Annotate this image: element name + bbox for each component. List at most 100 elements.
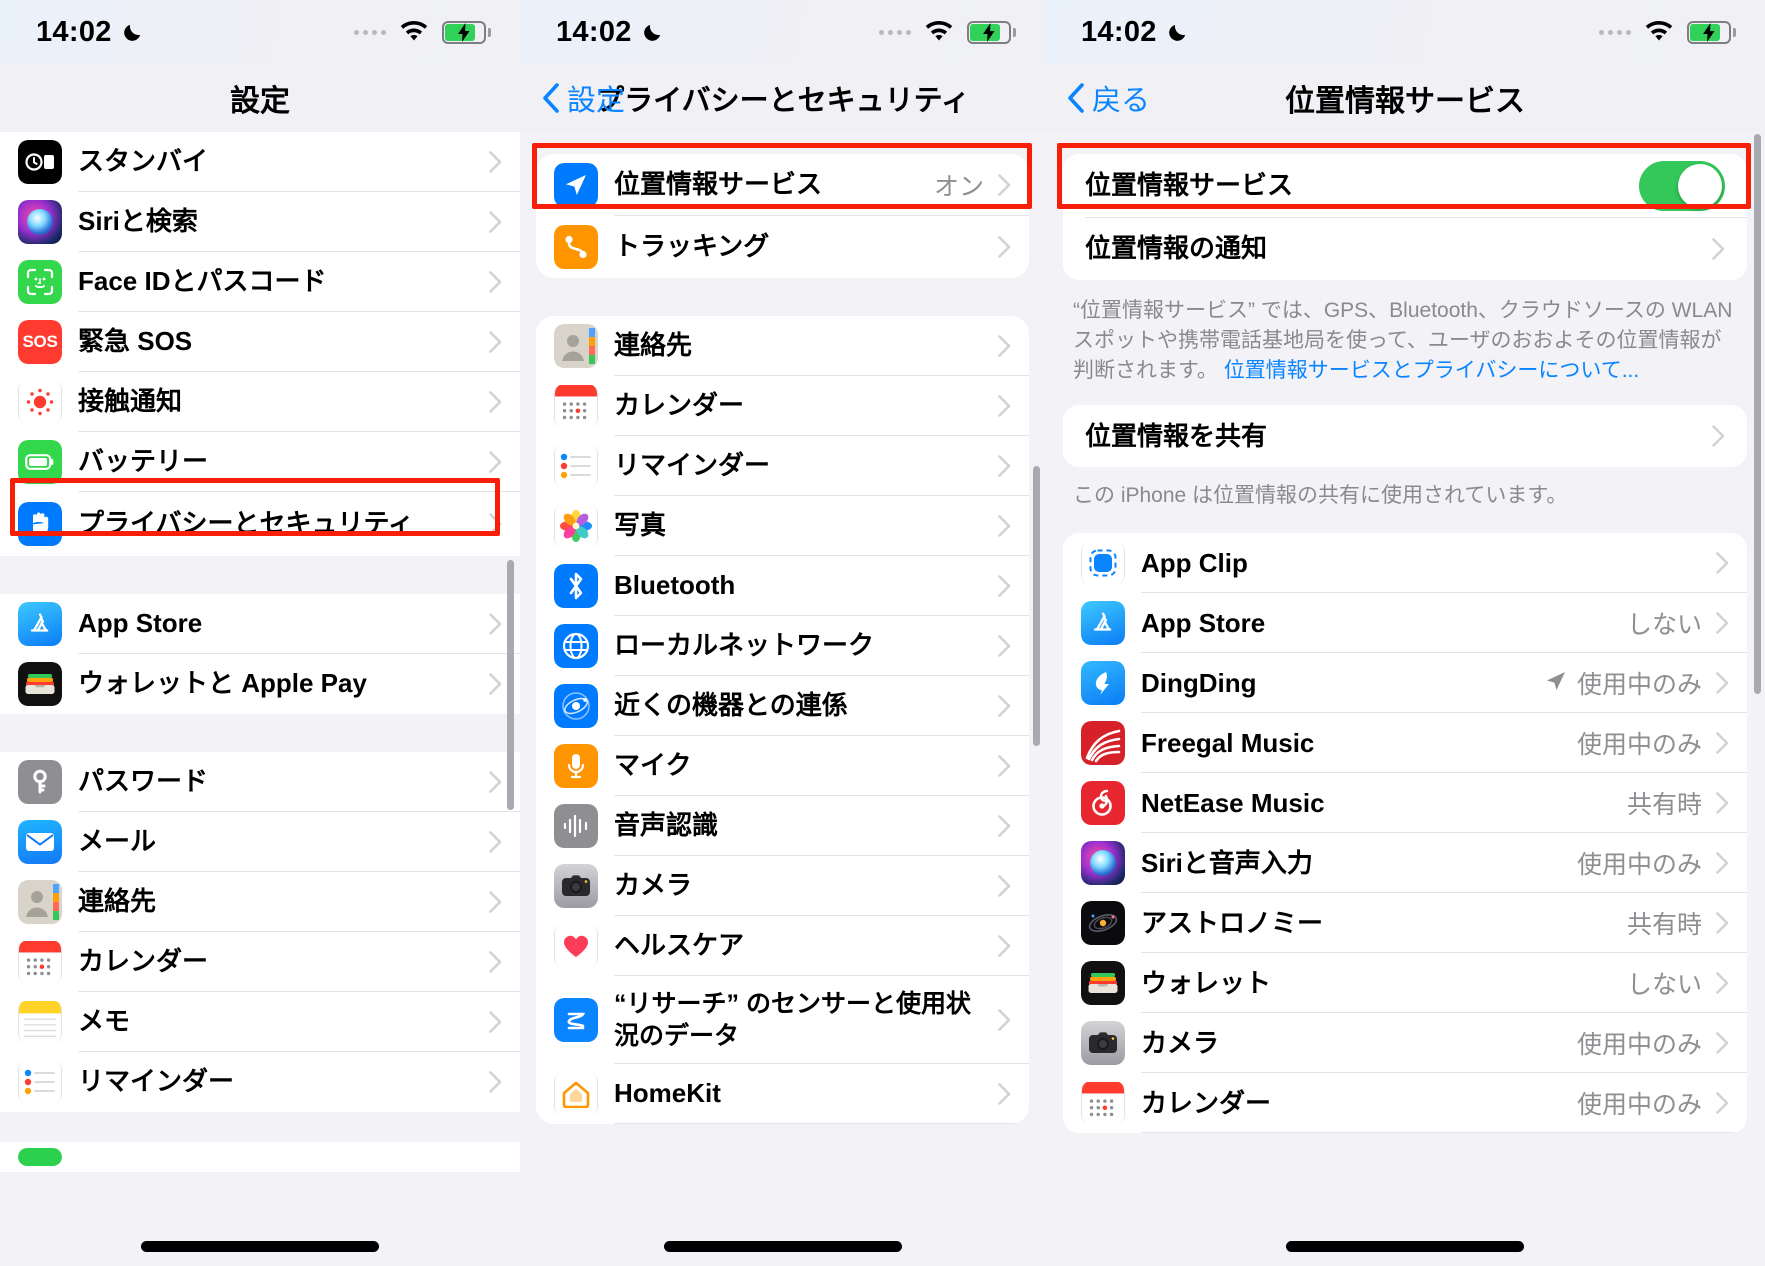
- location-services-toggle-row[interactable]: 位置情報サービス: [1063, 154, 1747, 218]
- sidebar-item-app-store[interactable]: App Store: [0, 594, 520, 654]
- app-permission-value: 使用中のみ: [1576, 851, 1702, 880]
- chevron-right-icon: [998, 335, 1011, 357]
- microphone-icon: [554, 744, 598, 788]
- sidebar-item-label: トラッキング: [614, 231, 770, 262]
- table-row[interactable]: Siriと音声入力 使用中のみ: [1063, 833, 1747, 894]
- sidebar-item-calendar[interactable]: カレンダー: [0, 932, 520, 992]
- location-apps-group: App Clip App Store しない DingDing 使用中のみ Fr…: [1063, 533, 1747, 1134]
- scrollbar-thumb[interactable]: [1754, 134, 1761, 694]
- table-row[interactable]: App Store しない: [1063, 593, 1747, 654]
- nav-bar: 設定 プライバシーとセキュリティ: [520, 64, 1045, 132]
- freegal-icon: [1081, 721, 1125, 766]
- table-row[interactable]: DingDing 使用中のみ: [1063, 653, 1747, 714]
- table-row[interactable]: NetEase Music 共有時: [1063, 773, 1747, 834]
- app-permission-value: しない: [1626, 611, 1702, 640]
- chevron-right-icon: [1712, 425, 1725, 448]
- signal-dots-icon: [354, 29, 386, 35]
- chevron-right-icon: [489, 391, 502, 413]
- nearby-interactions-icon: [554, 684, 598, 728]
- back-button[interactable]: 戻る: [1067, 77, 1150, 119]
- location-alerts-row[interactable]: 位置情報の通知: [1063, 218, 1747, 280]
- sidebar-item-reminders[interactable]: リマインダー: [536, 436, 1029, 496]
- chevron-right-icon: [489, 831, 502, 853]
- app-name: アストロノミー: [1141, 907, 1324, 938]
- app-name: カレンダー: [1141, 1087, 1272, 1118]
- table-row[interactable]: App Clip: [1063, 533, 1747, 594]
- sidebar-item-microphone[interactable]: マイク: [536, 736, 1029, 796]
- sidebar-item-health[interactable]: ヘルスケア: [536, 916, 1029, 976]
- battery-charging-icon: [442, 20, 491, 44]
- sidebar-item-contacts[interactable]: 連絡先: [536, 316, 1029, 376]
- scrollbar-thumb[interactable]: [507, 560, 514, 810]
- sidebar-item-research-sensor-usage[interactable]: “リサーチ” のセンサーと使用状況のデータ: [536, 976, 1029, 1064]
- sidebar-item-battery[interactable]: バッテリー: [0, 432, 520, 492]
- chevron-right-icon: [998, 635, 1011, 657]
- chevron-right-icon: [489, 771, 502, 793]
- privacy-scroll-area[interactable]: 位置情報サービス オン トラッキング 連絡先 カレンダー リマインダー 写真 B…: [520, 132, 1045, 1266]
- location-services-label: 位置情報サービス: [1085, 170, 1294, 201]
- sidebar-item-standby[interactable]: スタンバイ: [0, 132, 520, 192]
- settings-group-system: スタンバイ Siriと検索 Face IDとパスコード SOS 緊急 SOS 接…: [0, 132, 520, 556]
- sidebar-item-passwords[interactable]: パスワード: [0, 752, 520, 812]
- sidebar-item-label: App Store: [78, 608, 203, 639]
- contacts-icon: [554, 324, 598, 368]
- sidebar-item-reminders[interactable]: リマインダー: [0, 1052, 520, 1112]
- sidebar-item-homekit[interactable]: HomeKit: [536, 1064, 1029, 1124]
- privacy-top-group: 位置情報サービス オン トラッキング: [536, 154, 1029, 278]
- settings-scroll-area[interactable]: スタンバイ Siriと検索 Face IDとパスコード SOS 緊急 SOS 接…: [0, 132, 520, 1266]
- sidebar-item-local-network[interactable]: ローカルネットワーク: [536, 616, 1029, 676]
- table-row[interactable]: アストロノミー 共有時: [1063, 893, 1747, 954]
- sidebar-item-emergency-sos[interactable]: SOS 緊急 SOS: [0, 312, 520, 372]
- sidebar-item-speech-recognition[interactable]: 音声認識: [536, 796, 1029, 856]
- photos-icon: [554, 504, 598, 548]
- sidebar-item-notes[interactable]: メモ: [0, 992, 520, 1052]
- chevron-right-icon: [489, 613, 502, 635]
- privacy-hand-icon: [18, 502, 62, 546]
- crescent-moon-icon: [641, 21, 664, 44]
- location-services-toggle[interactable]: [1639, 161, 1725, 211]
- sidebar-item-label: Bluetooth: [614, 570, 736, 601]
- sidebar-item-label: 音声認識: [614, 810, 719, 841]
- sidebar-item-label: バッテリー: [78, 446, 209, 477]
- astronomy-icon: [1081, 901, 1125, 946]
- table-row[interactable]: カメラ 使用中のみ: [1063, 1013, 1747, 1074]
- sidebar-item-privacy-security[interactable]: プライバシーとセキュリティ: [0, 492, 520, 556]
- list-item[interactable]: [0, 1142, 520, 1172]
- mail-icon: [18, 820, 62, 864]
- sidebar-item-label: Siriと検索: [78, 206, 198, 237]
- signal-dots-icon: [1599, 29, 1631, 35]
- status-bar: 14:02: [1045, 0, 1765, 64]
- sidebar-item-location-services[interactable]: 位置情報サービス オン: [536, 154, 1029, 216]
- chevron-right-icon: [1716, 852, 1729, 875]
- share-location-row[interactable]: 位置情報を共有: [1063, 405, 1747, 468]
- sidebar-item-siri[interactable]: Siriと検索: [0, 192, 520, 252]
- sos-icon: SOS: [18, 320, 62, 364]
- table-row[interactable]: カレンダー 使用中のみ: [1063, 1073, 1747, 1134]
- table-row[interactable]: Freegal Music 使用中のみ: [1063, 713, 1747, 774]
- siri-icon: [18, 200, 62, 244]
- location-scroll-area[interactable]: 位置情報サービス 位置情報の通知 “位置情報サービス” では、GPS、Bluet…: [1045, 132, 1765, 1266]
- bluetooth-icon: [554, 564, 598, 608]
- location-privacy-link[interactable]: 位置情報サービスとプライバシーについて...: [1224, 359, 1639, 382]
- status-bar-right: [1599, 20, 1736, 44]
- sidebar-item-mail[interactable]: メール: [0, 812, 520, 872]
- sidebar-item-contacts[interactable]: 連絡先: [0, 872, 520, 932]
- sidebar-item-exposure-notifications[interactable]: 接触通知: [0, 372, 520, 432]
- wallet-icon: [18, 662, 62, 706]
- sidebar-item-photos[interactable]: 写真: [536, 496, 1029, 556]
- sidebar-item-nearby-interactions[interactable]: 近くの機器との連係: [536, 676, 1029, 736]
- table-row[interactable]: ウォレット しない: [1063, 953, 1747, 1014]
- sidebar-item-calendar[interactable]: カレンダー: [536, 376, 1029, 436]
- sidebar-item-label: パスワード: [78, 766, 209, 797]
- sidebar-item-tracking[interactable]: トラッキング: [536, 216, 1029, 278]
- sidebar-item-faceid[interactable]: Face IDとパスコード: [0, 252, 520, 312]
- scrollbar-thumb[interactable]: [1033, 466, 1040, 746]
- sidebar-item-bluetooth[interactable]: Bluetooth: [536, 556, 1029, 616]
- back-button[interactable]: 設定: [542, 77, 625, 119]
- location-alerts-label: 位置情報の通知: [1085, 233, 1268, 264]
- sidebar-item-wallet-applepay[interactable]: ウォレットと Apple Pay: [0, 654, 520, 714]
- sidebar-item-camera[interactable]: カメラ: [536, 856, 1029, 916]
- faceid-icon: [18, 260, 62, 304]
- location-description: “位置情報サービス” では、GPS、Bluetooth、クラウドソースの WLA…: [1045, 280, 1765, 405]
- sidebar-item-label: メモ: [78, 1006, 131, 1037]
